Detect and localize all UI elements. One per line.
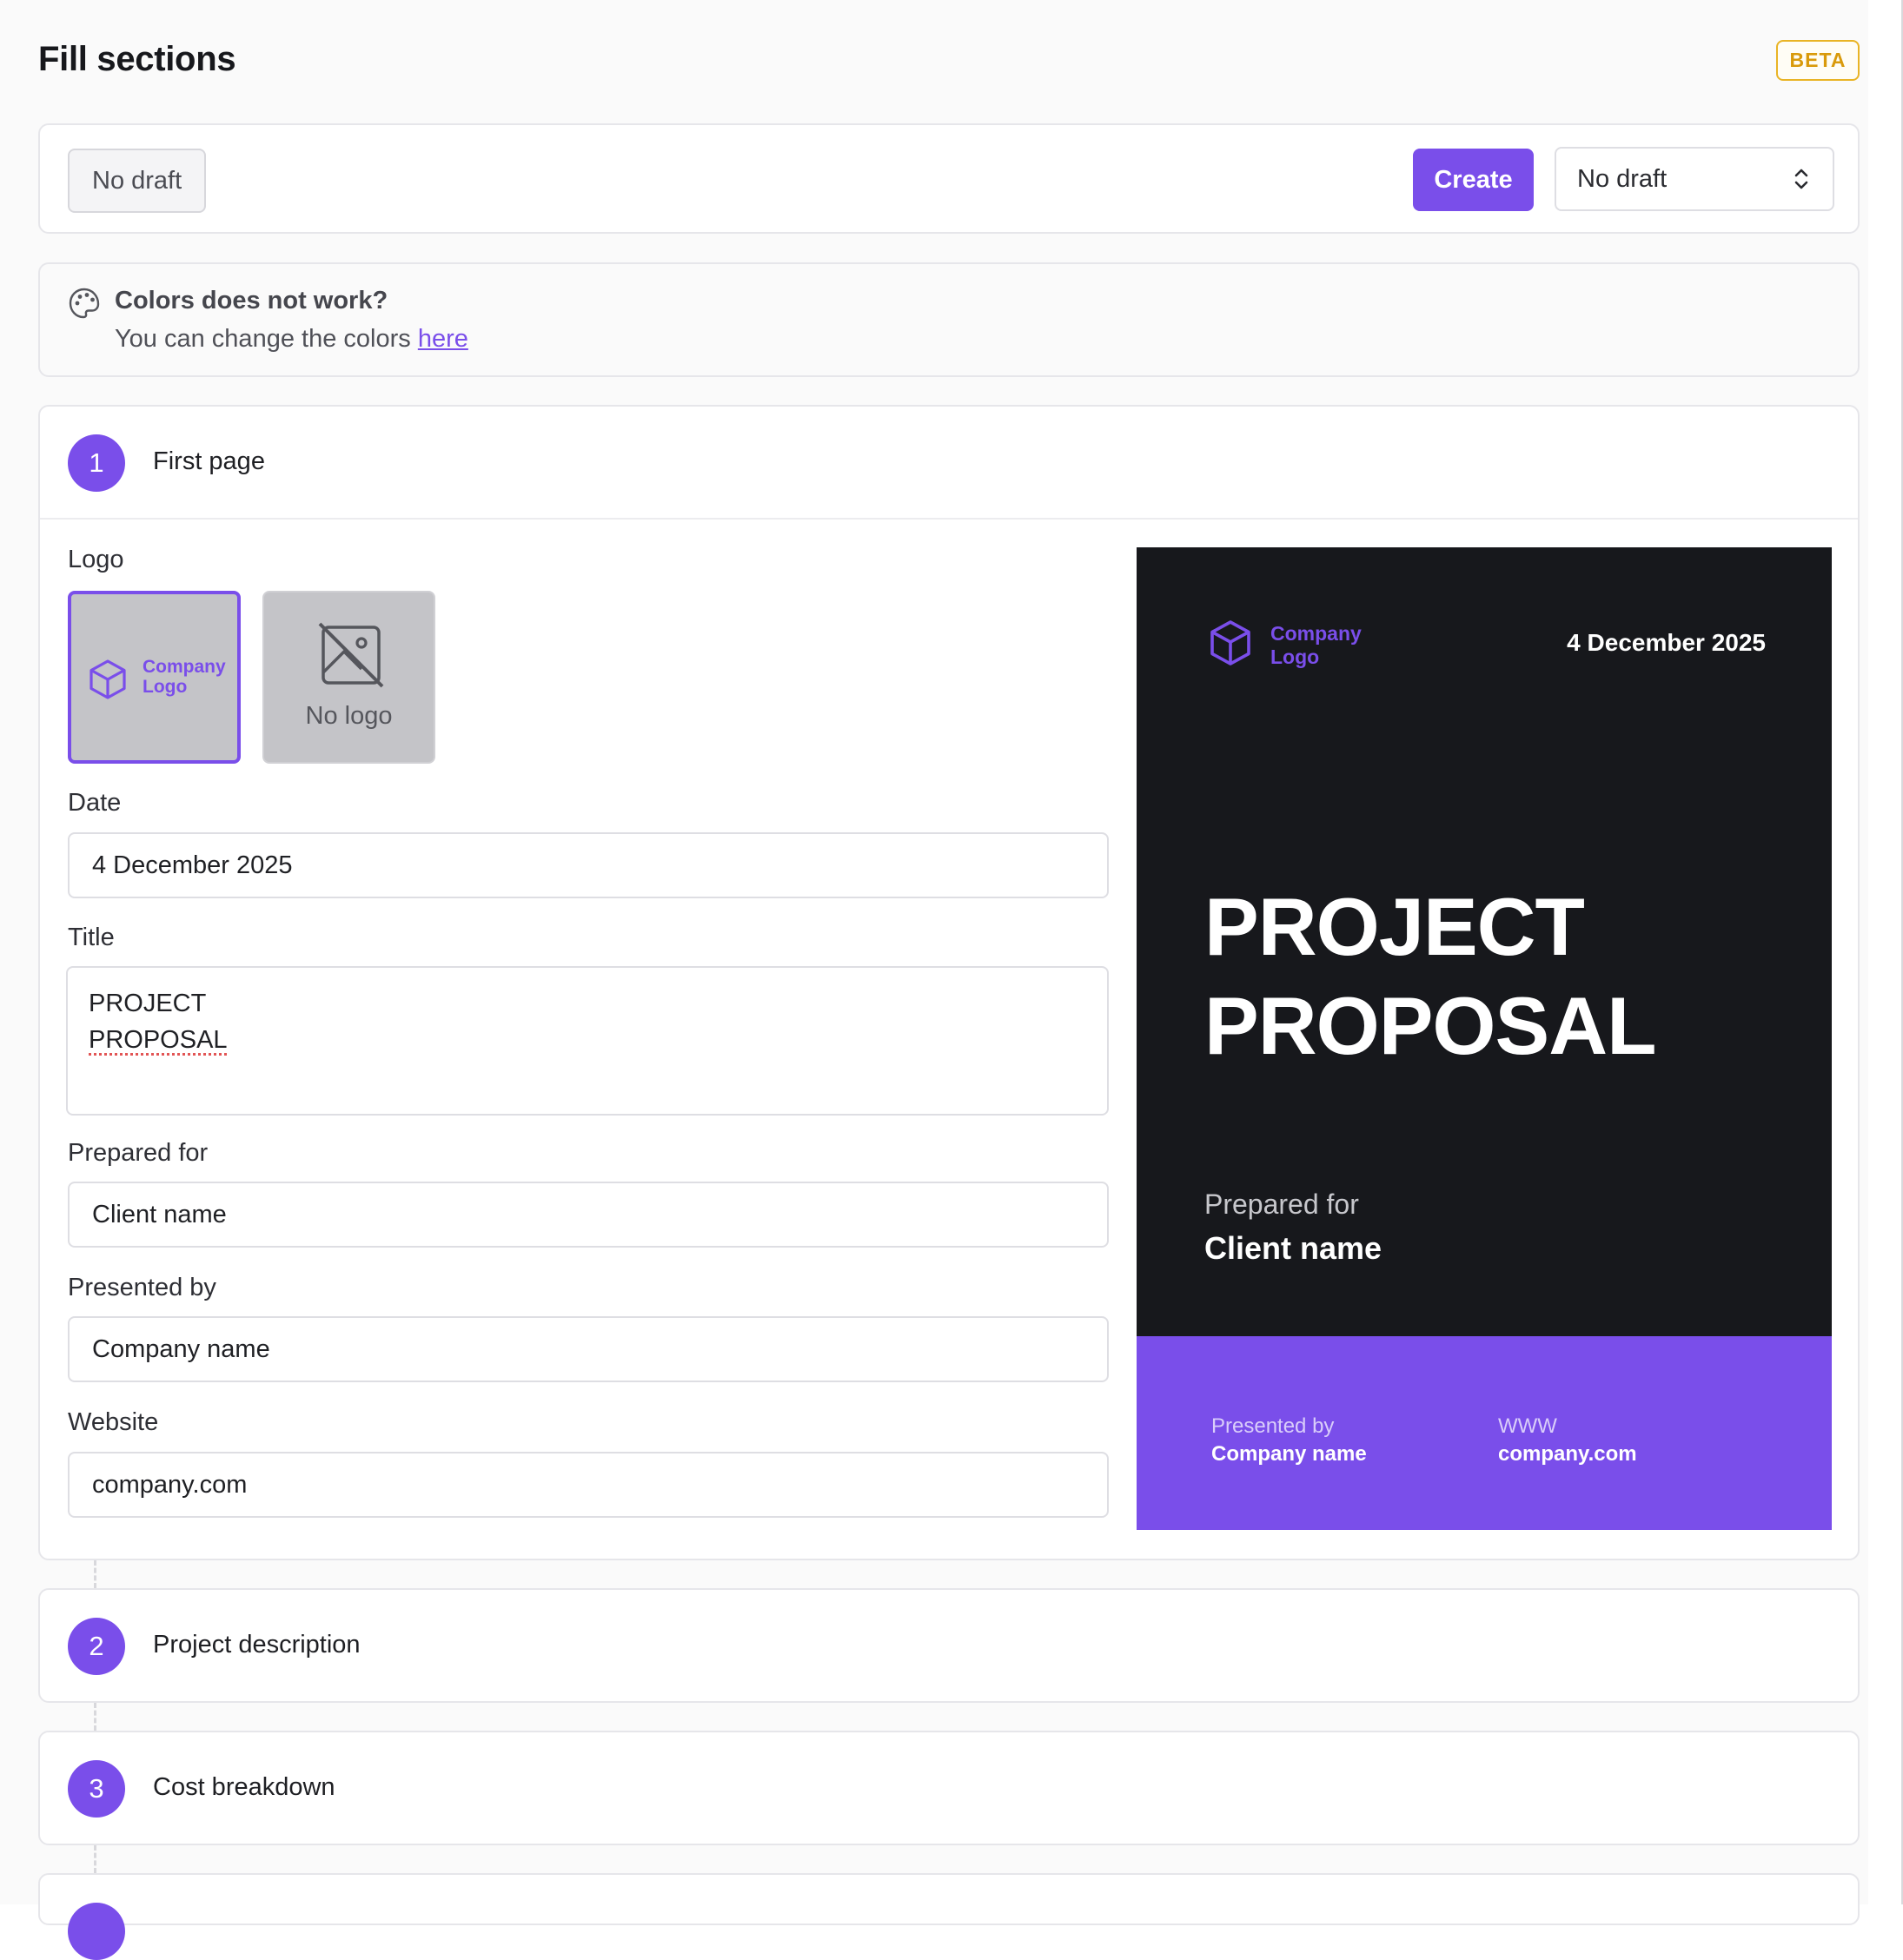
title-label: Title — [68, 924, 115, 951]
step-number-4 — [68, 1903, 125, 1960]
cover-page-preview: Company Logo 4 December 2025 PROJECT PRO… — [1137, 547, 1832, 1530]
preview-presented-by-value: Company name — [1211, 1442, 1367, 1466]
no-image-icon — [318, 622, 384, 688]
colors-notice: Colors does not work? You can change the… — [38, 262, 1860, 377]
colors-notice-text: You can change the colors here — [115, 325, 468, 353]
presented-by-input[interactable]: Company name — [68, 1316, 1109, 1382]
create-button[interactable]: Create — [1413, 149, 1534, 211]
page-title: Fill sections — [38, 40, 236, 78]
logo-option-company[interactable]: Company Logo — [68, 591, 241, 764]
logo-label: Logo — [68, 546, 124, 573]
draft-select-value: No draft — [1577, 164, 1668, 193]
preview-logo-text: Company Logo — [1270, 622, 1362, 668]
section-cost-breakdown[interactable]: 3 Cost breakdown — [38, 1731, 1860, 1845]
no-logo-text: No logo — [305, 702, 393, 730]
fill-sections-page: Fill sections BETA No draft Create No dr… — [0, 0, 1868, 1960]
step-number-3: 3 — [68, 1760, 125, 1818]
page-header: Fill sections BETA — [38, 35, 1860, 87]
title-textarea[interactable]: PROJECT PROPOSAL — [66, 966, 1109, 1116]
step-connector — [94, 1845, 96, 1873]
date-label: Date — [68, 789, 122, 817]
draft-select[interactable]: No draft — [1555, 147, 1834, 211]
cube-icon — [1210, 620, 1250, 665]
preview-footer-band: Presented by Company name WWW company.co… — [1137, 1336, 1832, 1530]
step-connector — [94, 1703, 96, 1731]
preview-prepared-for-value: Client name — [1204, 1230, 1382, 1266]
company-logo-text: Company Logo — [143, 657, 226, 697]
current-draft-label: No draft — [68, 149, 207, 213]
step-connector — [94, 1560, 96, 1588]
presented-by-label: Presented by — [68, 1274, 216, 1301]
change-colors-link[interactable]: here — [418, 325, 468, 353]
section-project-description[interactable]: 2 Project description — [38, 1588, 1860, 1703]
palette-icon — [69, 288, 100, 319]
website-input[interactable]: company.com — [68, 1452, 1109, 1518]
preview-website-value: company.com — [1498, 1442, 1637, 1466]
preview-prepared-for-label: Prepared for — [1204, 1189, 1359, 1220]
preview-date: 4 December 2025 — [1567, 629, 1766, 656]
section-title-cost-breakdown: Cost breakdown — [153, 1773, 335, 1801]
step-number-1: 1 — [68, 434, 125, 492]
cube-icon — [90, 659, 126, 699]
section-header-first-page[interactable]: 1 First page — [40, 407, 1858, 520]
website-label: Website — [68, 1408, 159, 1436]
preview-presented-by-label: Presented by — [1211, 1414, 1335, 1438]
draft-toolbar: No draft Create No draft — [38, 123, 1860, 234]
beta-badge: BETA — [1776, 40, 1860, 81]
section-title-project-description: Project description — [153, 1631, 361, 1659]
section-next[interactable] — [38, 1873, 1860, 1960]
preview-website-label: WWW — [1498, 1414, 1557, 1438]
chevron-up-down-icon — [1794, 169, 1808, 189]
date-input[interactable]: 4 December 2025 — [68, 832, 1109, 898]
colors-notice-title: Colors does not work? — [115, 287, 388, 315]
section-title-first-page: First page — [153, 447, 265, 475]
prepared-for-label: Prepared for — [68, 1139, 209, 1167]
step-number-2: 2 — [68, 1618, 125, 1675]
preview-title: PROJECT PROPOSAL — [1204, 881, 1657, 1071]
section-first-page: 1 First page Logo Company Logo No logo D… — [38, 405, 1860, 1560]
logo-option-none[interactable]: No logo — [262, 591, 435, 764]
prepared-for-input[interactable]: Client name — [68, 1182, 1109, 1248]
